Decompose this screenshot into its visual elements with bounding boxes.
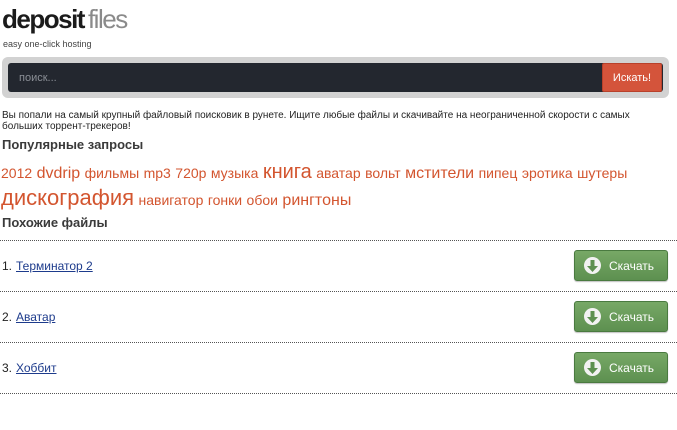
search-button[interactable]: Искать!: [602, 63, 662, 92]
download-button[interactable]: Скачать: [574, 250, 668, 281]
search-bar: Искать!: [2, 57, 669, 98]
tag-link[interactable]: книга: [263, 161, 312, 183]
similar-files-heading: Похожие файлы: [2, 215, 108, 230]
download-arrow-icon: [584, 308, 601, 325]
download-button[interactable]: Скачать: [574, 301, 668, 332]
search-bar-inner: Искать!: [8, 63, 663, 92]
tag-link[interactable]: аватар: [316, 165, 360, 181]
download-arrow-icon: [584, 257, 601, 274]
item-number: 1.: [2, 259, 13, 273]
list-item: 3. Хоббит Скачать: [0, 342, 677, 394]
tag-link[interactable]: музыка: [211, 165, 258, 181]
logo-tagline: easy one-click hosting: [3, 39, 92, 49]
tag-link[interactable]: эротика: [522, 165, 573, 181]
logo-wordmark: deposit files: [2, 4, 128, 34]
tag-link[interactable]: mp3: [144, 165, 171, 181]
download-button-label: Скачать: [609, 360, 654, 375]
tag-link[interactable]: обои: [247, 192, 278, 208]
tag-link[interactable]: dvdrip: [37, 165, 81, 182]
file-link[interactable]: Хоббит: [16, 361, 57, 375]
download-button-label: Скачать: [609, 258, 654, 273]
logo-part-files: files: [87, 4, 128, 34]
tag-link[interactable]: фильмы: [85, 165, 140, 181]
download-button-label: Скачать: [609, 309, 654, 324]
item-number: 2.: [2, 310, 13, 324]
list-item: 1. Терминатор 2 Скачать: [0, 240, 677, 291]
site-logo[interactable]: deposit files easy one-click hosting: [2, 4, 202, 50]
tag-link[interactable]: гонки: [208, 192, 242, 208]
tag-link[interactable]: вольт: [365, 165, 401, 181]
logo-part-deposit: deposit: [2, 4, 85, 34]
tag-link[interactable]: пипец: [479, 165, 518, 181]
popular-tag-cloud: 2012 dvdrip фильмы mp3 720p музыка книга…: [1, 160, 677, 213]
download-arrow-icon: [584, 359, 601, 376]
tag-link[interactable]: дискография: [1, 185, 134, 210]
file-link[interactable]: Аватар: [16, 310, 55, 324]
similar-files-list: 1. Терминатор 2 Скачать 2. Аватар Скачат…: [0, 240, 677, 394]
search-input[interactable]: [8, 63, 598, 92]
popular-queries-heading: Популярные запросы: [2, 137, 144, 152]
tag-link[interactable]: шутеры: [577, 165, 627, 181]
tag-link[interactable]: 720p: [175, 165, 206, 181]
tag-link[interactable]: 2012: [1, 165, 32, 181]
list-item: 2. Аватар Скачать: [0, 291, 677, 342]
tag-link[interactable]: навигатор: [138, 192, 203, 208]
tag-link[interactable]: рингтоны: [282, 192, 351, 209]
file-link[interactable]: Терминатор 2: [16, 259, 93, 273]
tag-link[interactable]: мстители: [405, 165, 474, 182]
intro-text: Вы попали на самый крупный файловый поис…: [2, 110, 630, 132]
item-number: 3.: [2, 361, 13, 375]
download-button[interactable]: Скачать: [574, 352, 668, 383]
